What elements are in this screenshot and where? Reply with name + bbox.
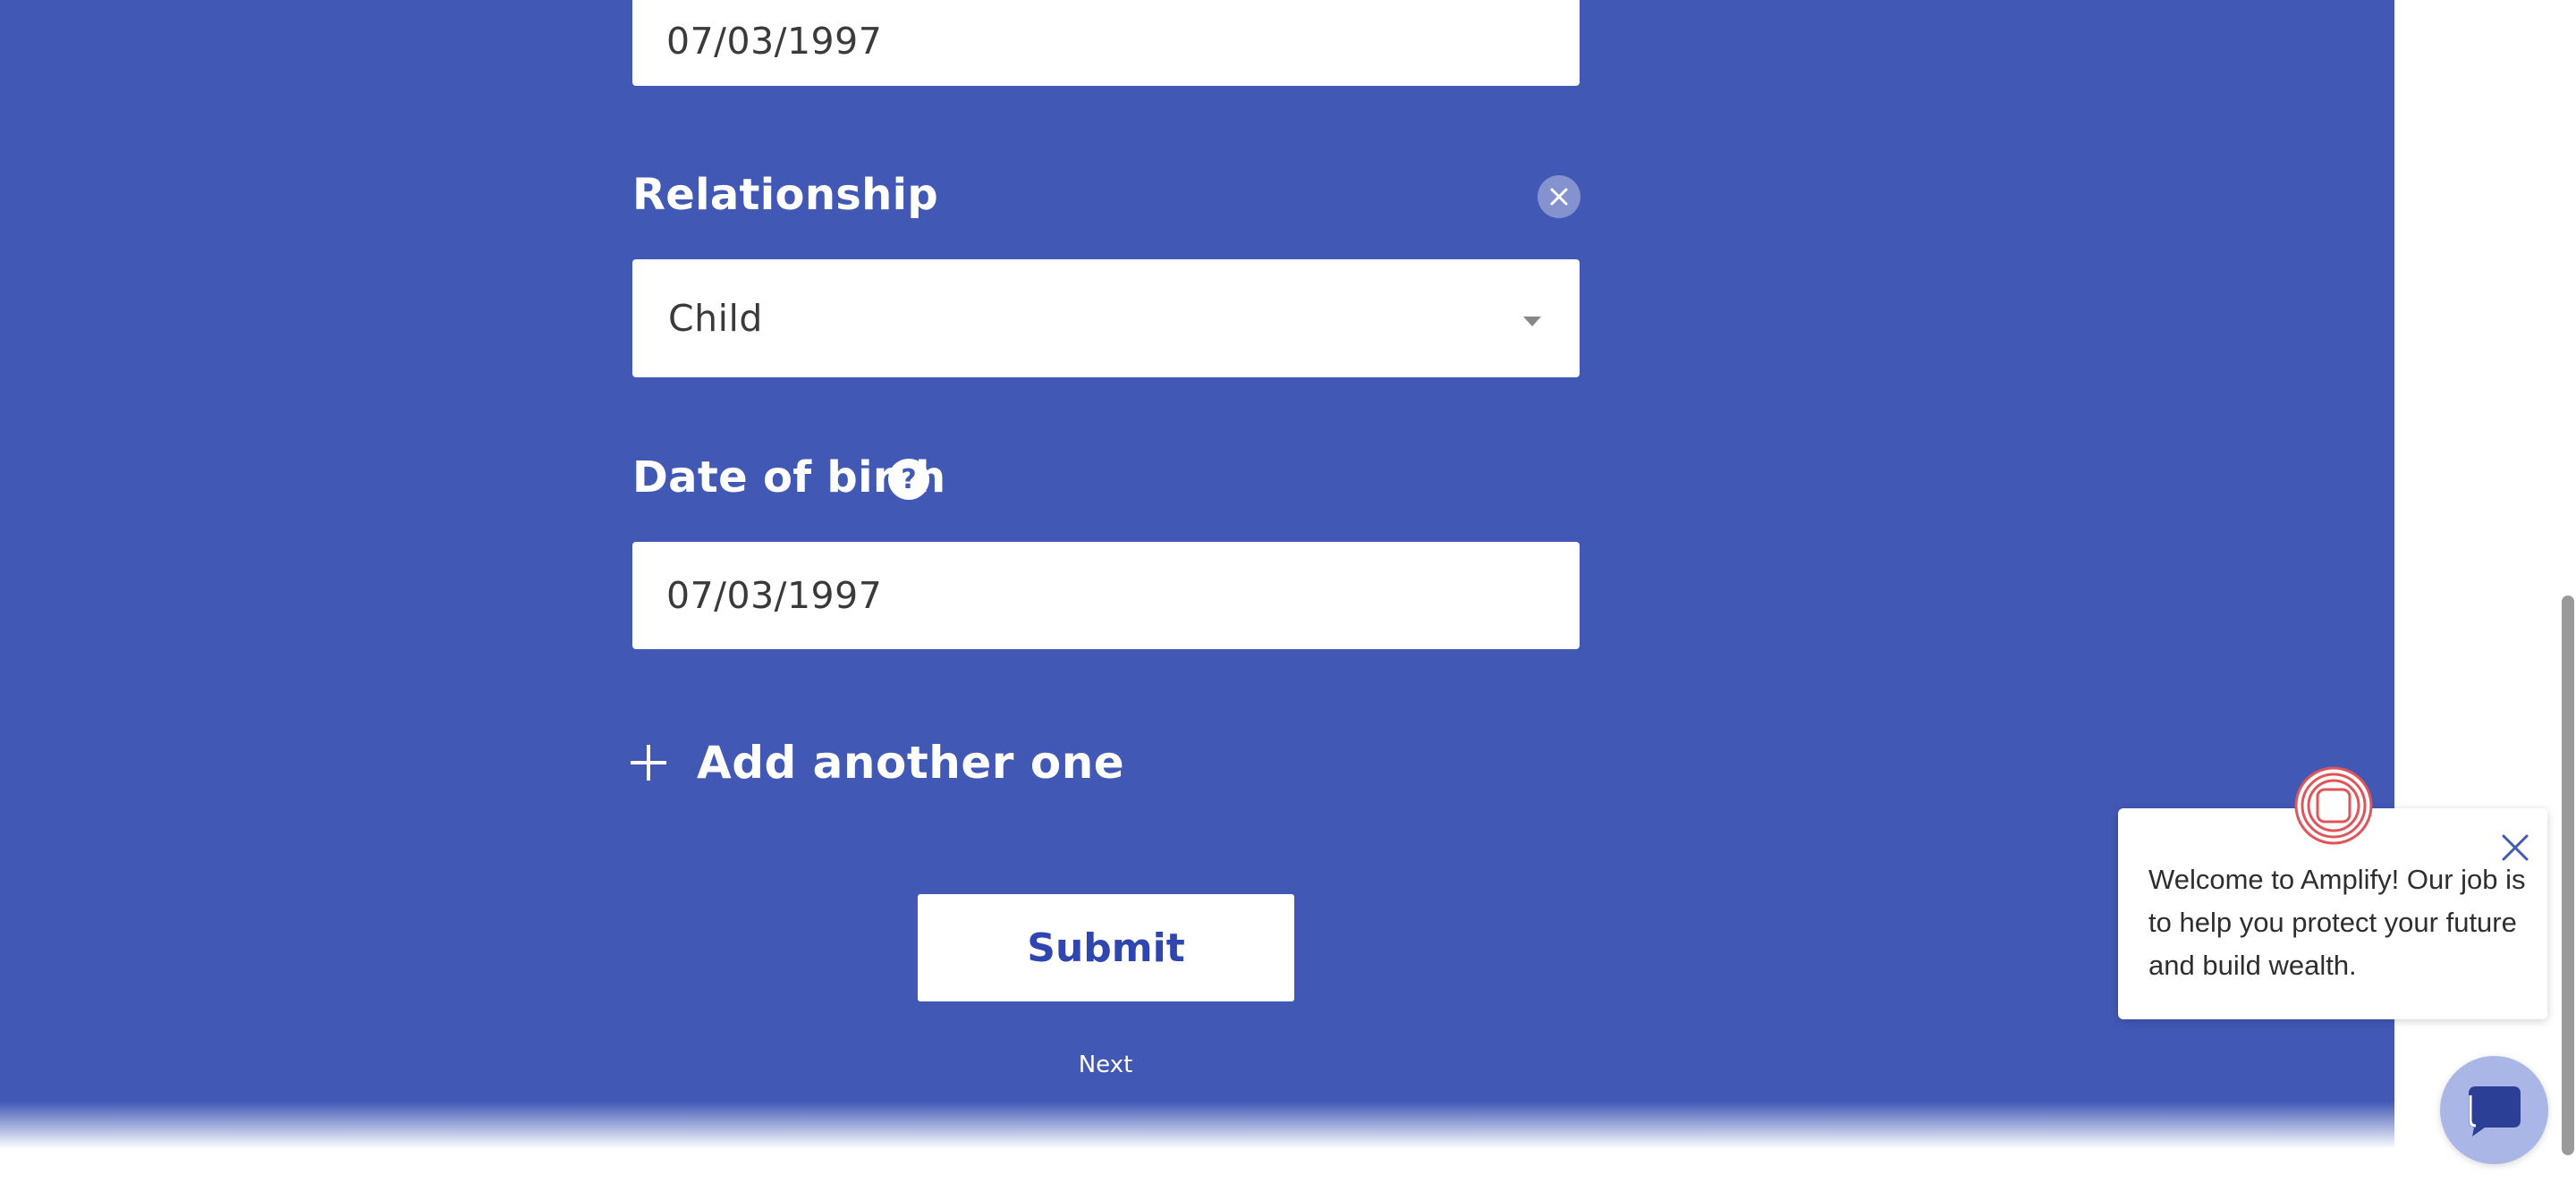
chevron-down-icon — [1523, 317, 1541, 326]
chat-bubble-icon — [2468, 1085, 2521, 1136]
close-icon[interactable] — [2500, 832, 2530, 863]
add-another-button[interactable]: Add another one — [631, 731, 1124, 794]
chat-welcome-text: Welcome to Amplify! Our job is to help y… — [2148, 864, 2526, 981]
help-glyph: ? — [901, 463, 917, 495]
amplify-logo-icon — [2294, 766, 2373, 845]
add-another-label: Add another one — [697, 737, 1125, 789]
relationship-label: Relationship — [632, 170, 939, 220]
question-icon[interactable]: ? — [888, 459, 929, 500]
chat-launcher-button[interactable] — [2440, 1056, 2548, 1164]
relationship-selected-value: Child — [668, 297, 763, 340]
scrollbar-thumb[interactable] — [2562, 596, 2574, 1155]
form-panel: 07/03/1997 Relationship Child Date of bi… — [0, 0, 2394, 1149]
plus-icon — [631, 745, 666, 781]
date-of-birth-input[interactable]: 07/03/1997 — [632, 542, 1580, 649]
date-of-birth-value: 07/03/1997 — [666, 574, 883, 617]
page: 07/03/1997 Relationship Child Date of bi… — [0, 0, 2576, 1191]
remove-beneficiary-button[interactable] — [1538, 175, 1580, 218]
previous-date-of-birth-value: 07/03/1997 — [666, 20, 883, 63]
submit-button[interactable]: Submit — [918, 894, 1294, 1001]
close-icon — [1550, 188, 1568, 206]
previous-date-of-birth-input[interactable]: 07/03/1997 — [632, 0, 1580, 86]
next-link[interactable]: Next — [1016, 1052, 1195, 1078]
relationship-select[interactable]: Child — [632, 259, 1580, 377]
